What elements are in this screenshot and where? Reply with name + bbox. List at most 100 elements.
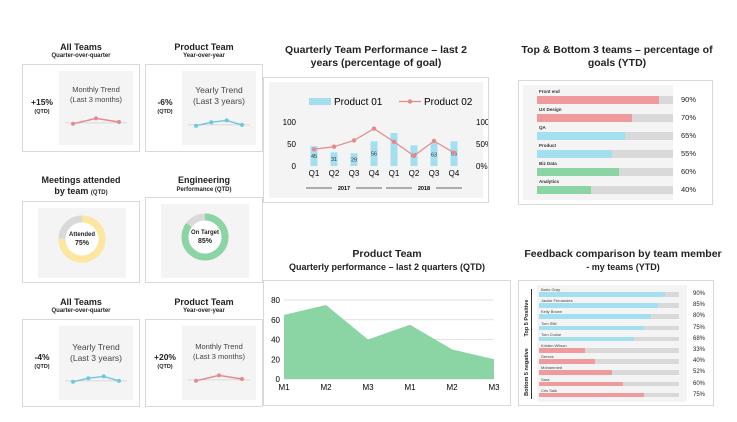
trend-label-line1: Yearly Trend xyxy=(195,85,243,95)
kpi-subtitle: Quarter-over-quarter xyxy=(51,53,111,59)
member-bar xyxy=(539,392,644,398)
member-pct: 60% xyxy=(693,380,706,387)
member-pct: 33% xyxy=(693,347,706,353)
kpi-card-box: -4% (QTD) Yearly Trend (Last 3 years) xyxy=(22,319,140,407)
donut-box: On Target 85% xyxy=(145,197,263,283)
y2-tick-label: 0% xyxy=(476,162,488,171)
team-pct: 70% xyxy=(681,113,697,122)
kpi-qtd: (QTD) xyxy=(34,364,50,370)
trend-sparkline xyxy=(188,118,250,128)
donut-center-line2: 85% xyxy=(197,238,212,245)
x-tick-label: M2 xyxy=(446,383,458,392)
trend-sparkline xyxy=(65,116,127,126)
member-pct: 68% xyxy=(693,335,706,342)
donut-card-engineering: Engineering Performance (QTD) On Target … xyxy=(145,175,263,283)
trend-point xyxy=(217,373,221,378)
member-bar xyxy=(539,359,595,364)
area-chart: 020406080M1 M2 M3 M1 M2 M3 xyxy=(271,296,500,392)
feedback-title-line1: Feedback comparison by team member xyxy=(524,248,722,260)
x-tick-label: Q2 xyxy=(329,169,340,178)
x-tick-label: Q4 xyxy=(369,169,380,178)
y-tick-label: 60 xyxy=(271,316,280,325)
bar-data-label: 56 xyxy=(371,152,377,158)
trend-point xyxy=(117,378,121,383)
x-tick-label: M2 xyxy=(320,383,332,392)
x-tick-label: Q1 xyxy=(389,169,400,178)
point-product-02 xyxy=(431,138,437,144)
member-pct: 80% xyxy=(693,313,706,320)
donut-title-line1: Engineering xyxy=(177,175,230,185)
trend-point xyxy=(71,379,75,384)
x-tick-label: Q3 xyxy=(429,169,440,178)
year-label: 2017 xyxy=(338,186,350,192)
member-bar xyxy=(539,381,623,387)
team-bar xyxy=(537,132,626,140)
area-chart-card: 0 20 40 60 80 M1 M2 M3 M1 M2 M3 xyxy=(263,280,511,406)
quarterly-title-line1: Quarterly Team Performance – last 2 xyxy=(285,44,467,56)
kpi-title: All Teams xyxy=(60,42,102,52)
team-pct: 55% xyxy=(681,149,697,158)
kpi-card-box: -6% (QTD) Yearly Trend (Last 3 years) xyxy=(145,64,263,152)
member-bar xyxy=(539,303,658,308)
team-name: UX Design xyxy=(539,107,562,112)
team-bar xyxy=(537,96,660,104)
x-tick-label: M1 xyxy=(404,383,416,392)
donut-center-line2: 75% xyxy=(74,240,89,247)
x-tick-label: Q3 xyxy=(349,169,360,178)
y-tick-label: 20 xyxy=(271,355,280,364)
quarterly-chart: Product 01 Product 02 0 50 100 0% 50% 100% 45 Q1 3… xyxy=(283,97,488,192)
team-name: QA xyxy=(539,125,546,130)
kpi-qtd: (QTD) xyxy=(157,364,173,370)
trend-label-line1: Monthly Trend xyxy=(72,85,120,94)
quarterly-legend: Product 01 Product 02 xyxy=(309,97,473,108)
kpi-value: +15% xyxy=(31,97,53,107)
kpi-inner xyxy=(182,326,256,400)
donut-chart xyxy=(58,215,106,263)
trend-label-line2: (Last 3 years) xyxy=(70,353,122,363)
bar-product-01 xyxy=(390,133,398,166)
trend-point xyxy=(194,378,198,383)
kpi-card-3: All Teams Quarter-over-quarter -4% (QTD)… xyxy=(22,297,140,409)
year-label: 2018 xyxy=(418,186,430,192)
member-bar xyxy=(539,325,644,331)
trend-point xyxy=(71,121,75,126)
donut-card-meetings: Meetings attended by team (QTD) Attended… xyxy=(22,175,140,283)
trend-point xyxy=(86,376,91,381)
topbottom-title-line2: goals (YTD) xyxy=(587,57,647,69)
feedback-card: Top 5 Positive Bottom 5 negative Barlo G… xyxy=(518,280,714,406)
team-name: Front end xyxy=(539,89,560,94)
legend-swatch-product-01 xyxy=(309,98,331,105)
donut-title-line2-row: by team (QTD) xyxy=(22,186,140,198)
kpi-card-box: +15% (QTD) Monthly Trend (Last 3 months) xyxy=(22,64,140,152)
kpi-inner xyxy=(59,71,133,145)
legend-marker-product-02 xyxy=(407,99,413,104)
trend-label-line2: (Last 3 months) xyxy=(69,95,123,104)
donut-title-suffix: (QTD) xyxy=(90,190,108,196)
x-tick-label: Q1 xyxy=(309,169,320,178)
kpi-qtd: (QTD) xyxy=(157,109,173,115)
trend-sparkline xyxy=(65,374,127,384)
kpi-title: Product Team xyxy=(174,297,234,307)
donut-center-line1: On Target xyxy=(191,230,219,236)
kpi-inner xyxy=(182,71,256,145)
trend-point xyxy=(101,374,106,379)
donut-chart xyxy=(181,213,229,261)
team-bar xyxy=(537,150,612,158)
point-product-02 xyxy=(311,147,317,152)
kpi-card-2: Product Team Year-over-year -6% (QTD) Ye… xyxy=(145,42,263,154)
bar-data-label: 29 xyxy=(351,158,357,164)
product-team-title-line1: Product Team xyxy=(352,248,422,260)
member-bar xyxy=(539,370,612,375)
trend-point xyxy=(240,122,244,127)
member-pct: 75% xyxy=(693,391,706,398)
product-team-title-line2: Quarterly performance – last 2 quarters … xyxy=(288,262,486,272)
kpi-value: +20% xyxy=(154,352,176,362)
team-bar xyxy=(537,186,592,194)
topbottom-card: Front end 90% UX Design 70% QA 65% Product 55% B… xyxy=(518,80,713,205)
point-product-02 xyxy=(351,138,357,143)
area-series xyxy=(284,304,494,379)
point-product-02 xyxy=(371,126,377,131)
kpi-card-box: +20% (QTD) Monthly Trend (Last 3 months) xyxy=(145,319,263,407)
trend-point xyxy=(240,377,244,381)
trend-label-line2: (Last 3 months) xyxy=(192,352,246,361)
